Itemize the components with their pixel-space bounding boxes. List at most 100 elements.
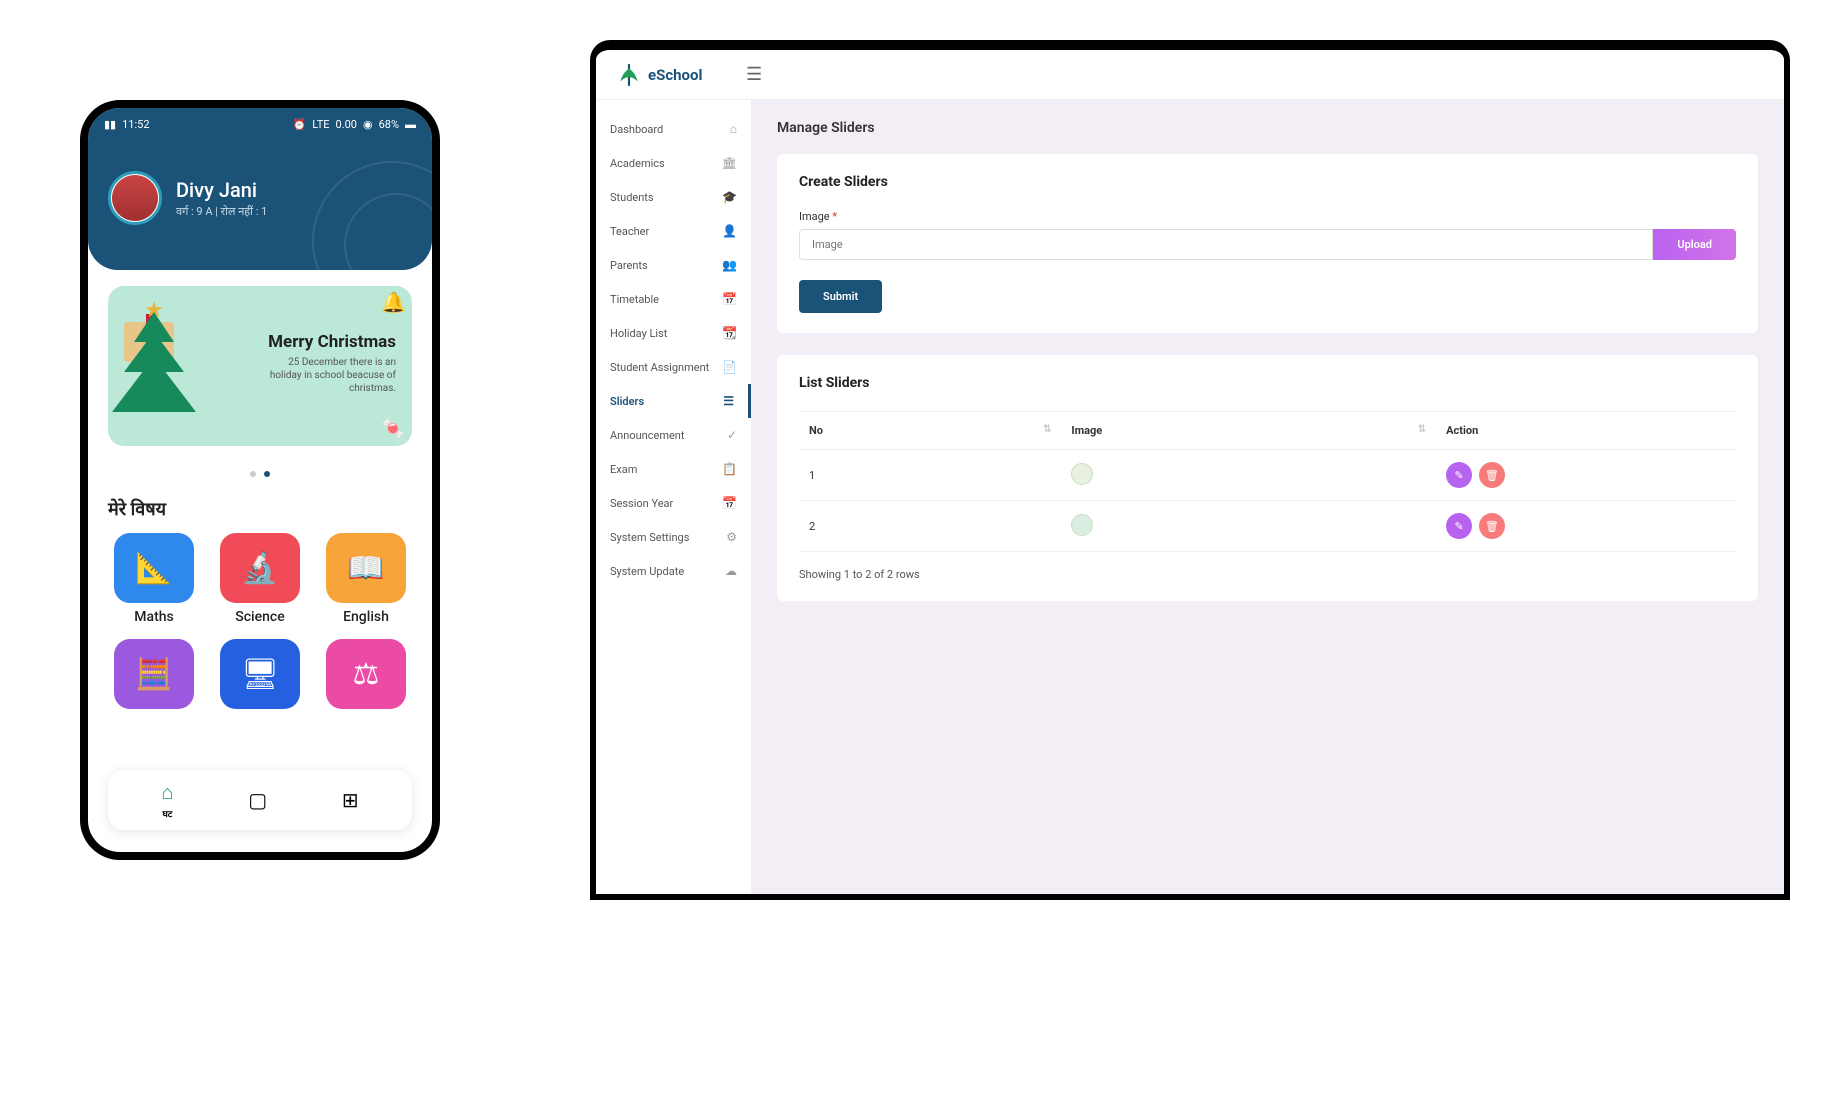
sidebar-item-timetable[interactable]: Timetable📅 xyxy=(596,282,751,316)
calculator-icon: 🧮 xyxy=(135,657,172,692)
subject-english[interactable]: 📖 English xyxy=(320,533,412,625)
sidebar: Dashboard⌂ Academics🏛 Students🎓 Teacher👤… xyxy=(596,100,751,894)
image-input[interactable] xyxy=(799,229,1653,260)
profile-subline: वर्ग : 9 A | रोल नहीं : 1 xyxy=(176,204,267,219)
check-icon: ✓ xyxy=(727,428,737,442)
desktop-mockup: eSchool ☰ Dashboard⌂ Academics🏛 Students… xyxy=(590,40,1790,900)
book-icon: 📖 xyxy=(347,551,384,586)
phone-mockup: ▮▮ 11:52 ⏰ LTE 0.00 ◉ 68% ▬ Divy Jani वर… xyxy=(80,100,440,860)
slider-thumbnail xyxy=(1071,463,1093,485)
nav-home[interactable]: ⌂ घट xyxy=(161,780,173,820)
sort-icon: ⇅ xyxy=(1418,424,1426,435)
main-content: Manage Sliders Create Sliders Image * Up… xyxy=(751,100,1784,894)
carousel-dots[interactable] xyxy=(88,462,432,481)
wifi-icon: ◉ xyxy=(363,118,373,131)
status-time: 11:52 xyxy=(122,118,149,131)
gear-icon: ⚙ xyxy=(726,530,737,544)
calendar-icon: 📅 xyxy=(722,292,737,306)
delete-button[interactable]: 🗑 xyxy=(1479,513,1505,539)
delete-button[interactable]: 🗑 xyxy=(1479,462,1505,488)
logo[interactable]: eSchool xyxy=(616,62,746,88)
sidebar-item-assignment[interactable]: Student Assignment📄 xyxy=(596,350,751,384)
data-rate: 0.00 xyxy=(336,118,357,131)
sidebar-item-dashboard[interactable]: Dashboard⌂ xyxy=(596,112,751,146)
sidebar-item-update[interactable]: System Update☁ xyxy=(596,554,751,588)
hamburger-icon[interactable]: ☰ xyxy=(746,64,762,85)
col-image[interactable]: Image⇅ xyxy=(1061,412,1436,450)
sidebar-item-announcement[interactable]: Announcement✓ xyxy=(596,418,751,452)
subject-item[interactable]: ⚖ xyxy=(320,639,412,709)
subjects-grid: 📐 Maths 🔬 Science 📖 English 🧮 🖥 ⚖ xyxy=(88,533,432,709)
page-title: Manage Sliders xyxy=(777,120,1758,136)
calendar-icon: 📅 xyxy=(722,496,737,510)
cell-image xyxy=(1061,450,1436,501)
sidebar-item-parents[interactable]: Parents👥 xyxy=(596,248,751,282)
people-icon: 👥 xyxy=(722,258,737,272)
create-sliders-card: Create Sliders Image * Upload Submit xyxy=(777,154,1758,333)
topbar: eSchool ☰ xyxy=(596,50,1784,100)
col-no[interactable]: No⇅ xyxy=(799,412,1061,450)
avatar[interactable] xyxy=(108,171,162,225)
banner-card[interactable]: 🔔 🍬 ★ Merry Christmas 25 December there … xyxy=(108,286,412,446)
phone-status-bar: ▮▮ 11:52 ⏰ LTE 0.00 ◉ 68% ▬ xyxy=(88,108,432,141)
book-icon: ▢ xyxy=(248,788,267,812)
edit-button[interactable]: ✎ xyxy=(1446,462,1472,488)
battery-percent: 68% xyxy=(379,118,399,131)
ruler-icon: 📐 xyxy=(135,551,172,586)
bank-icon: 🏛 xyxy=(722,156,737,170)
subject-science[interactable]: 🔬 Science xyxy=(214,533,306,625)
nav-library[interactable]: ▢ xyxy=(248,788,267,812)
cell-image xyxy=(1061,501,1436,552)
col-action: Action xyxy=(1436,412,1736,450)
sidebar-item-teacher[interactable]: Teacher👤 xyxy=(596,214,751,248)
sidebar-item-settings[interactable]: System Settings⚙ xyxy=(596,520,751,554)
cell-no: 2 xyxy=(799,501,1061,552)
slider-thumbnail xyxy=(1071,514,1093,536)
logo-icon xyxy=(616,62,642,88)
grid-plus-icon: ⊞ xyxy=(342,788,359,812)
candy-cane-icon: 🍬 xyxy=(381,416,406,440)
subject-maths[interactable]: 📐 Maths xyxy=(108,533,200,625)
edit-button[interactable]: ✎ xyxy=(1446,513,1472,539)
home-icon: ⌂ xyxy=(161,780,173,805)
battery-icon: ▬ xyxy=(405,118,416,131)
cell-action: ✎ 🗑 xyxy=(1436,450,1736,501)
clipboard-icon: 📋 xyxy=(722,462,737,476)
brand-name: eSchool xyxy=(648,66,702,84)
nav-more[interactable]: ⊞ xyxy=(342,788,359,812)
sidebar-item-holiday[interactable]: Holiday List📆 xyxy=(596,316,751,350)
sidebar-item-exam[interactable]: Exam📋 xyxy=(596,452,751,486)
subject-item[interactable]: 🖥 xyxy=(214,639,306,709)
christmas-illustration: ★ xyxy=(124,302,244,430)
alarm-icon: ⏰ xyxy=(293,118,307,131)
table-row: 1 ✎ 🗑 xyxy=(799,450,1736,501)
sidebar-item-sliders[interactable]: Sliders☰ xyxy=(596,384,751,418)
list-sliders-card: List Sliders No⇅ Image⇅ Action 1 xyxy=(777,355,1758,601)
profile-header: Divy Jani वर्ग : 9 A | रोल नहीं : 1 xyxy=(88,141,432,270)
cloud-icon: ☁ xyxy=(725,564,737,578)
cell-no: 1 xyxy=(799,450,1061,501)
subject-item[interactable]: 🧮 xyxy=(108,639,200,709)
banner-description: 25 December there is an holiday in schoo… xyxy=(254,356,396,395)
calendar-check-icon: 📆 xyxy=(722,326,737,340)
submit-button[interactable]: Submit xyxy=(799,280,882,313)
bell-icon: 🔔 xyxy=(381,290,406,314)
cell-action: ✎ 🗑 xyxy=(1436,501,1736,552)
sidebar-item-session-year[interactable]: Session Year📅 xyxy=(596,486,751,520)
graduation-icon: 🎓 xyxy=(722,190,737,204)
table-row: 2 ✎ 🗑 xyxy=(799,501,1736,552)
sidebar-item-academics[interactable]: Academics🏛 xyxy=(596,146,751,180)
file-icon: 📄 xyxy=(722,360,737,374)
compass-icon: ⚖ xyxy=(353,657,380,692)
sidebar-item-students[interactable]: Students🎓 xyxy=(596,180,751,214)
sort-icon: ⇅ xyxy=(1043,424,1051,435)
banner-title: Merry Christmas xyxy=(254,332,396,352)
home-icon: ⌂ xyxy=(730,122,737,136)
lte-icon: LTE xyxy=(312,118,329,131)
person-icon: 👤 xyxy=(722,224,737,238)
monitor-icon: 🖥 xyxy=(241,657,279,692)
list-card-title: List Sliders xyxy=(799,375,1736,391)
profile-name: Divy Jani xyxy=(176,178,267,202)
upload-button[interactable]: Upload xyxy=(1653,229,1736,260)
showing-text: Showing 1 to 2 of 2 rows xyxy=(799,568,1736,581)
